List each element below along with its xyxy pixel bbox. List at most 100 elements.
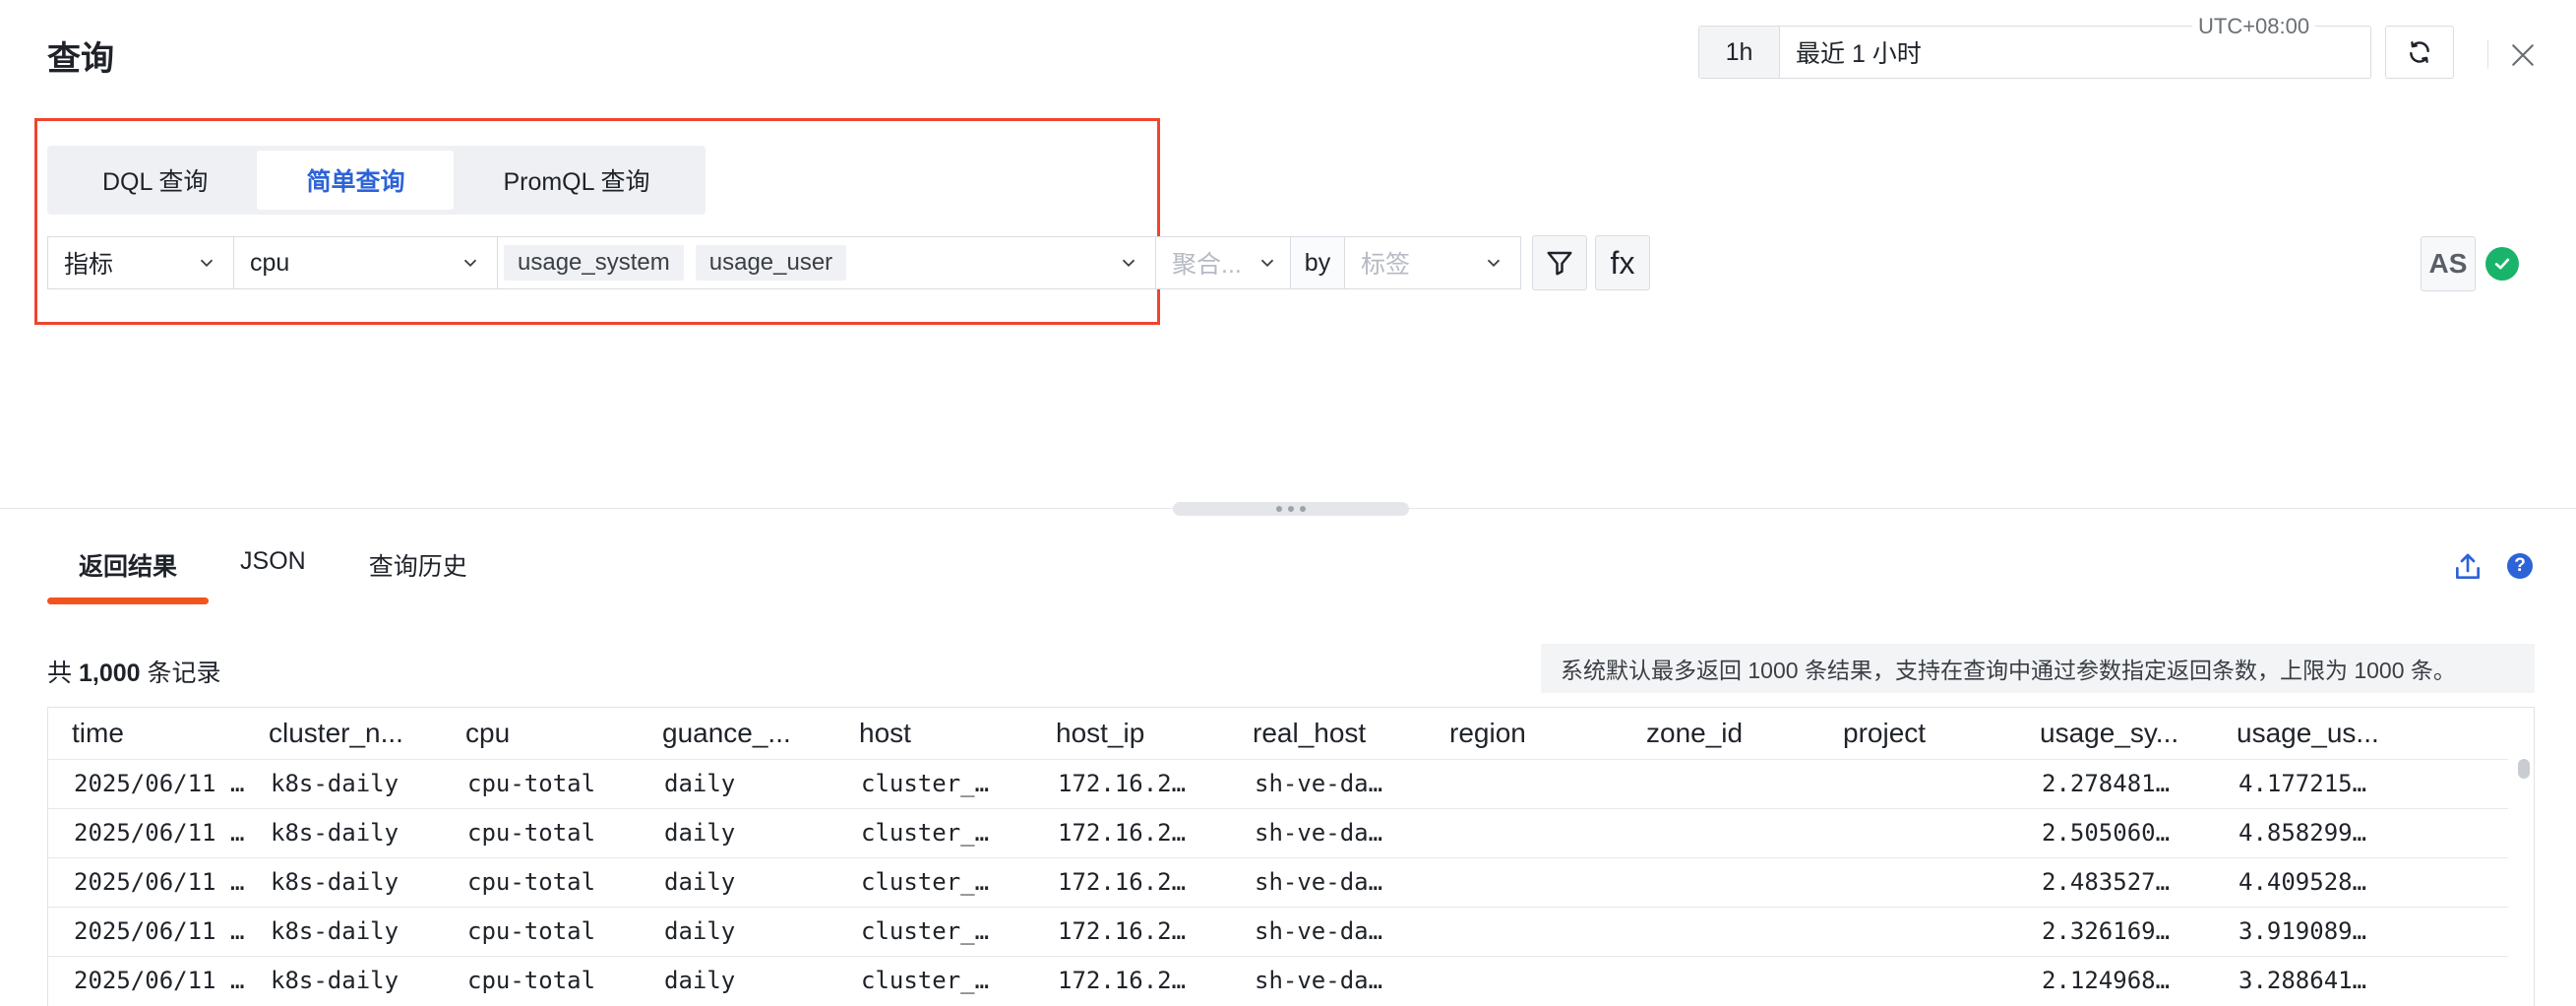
- table-row[interactable]: 2025/06/11 20:23:…k8s-dailycpu-totaldail…: [48, 758, 2508, 808]
- column-header[interactable]: guance_...: [639, 708, 835, 759]
- field-tag[interactable]: usage_system: [504, 245, 684, 281]
- table-cell: k8s-daily: [245, 955, 442, 1005]
- measurement-select[interactable]: cpu: [233, 236, 498, 289]
- column-header[interactable]: real_host: [1229, 708, 1426, 759]
- table-cell: [1426, 807, 1623, 857]
- tab-dql-query[interactable]: DQL 查询: [53, 151, 257, 210]
- table-cell: 2025/06/11 20:23:…: [48, 758, 245, 808]
- tab-promql-query[interactable]: PromQL 查询: [454, 151, 699, 210]
- record-count-value: 1,000: [78, 660, 141, 687]
- table-header-row: time cluster_n... cpu guance_... host host_ip…: [48, 708, 2508, 759]
- table-row[interactable]: 2025/06/11 20:22:…k8s-dailycpu-totaldail…: [48, 906, 2508, 956]
- result-limit-notice: 系统默认最多返回 1000 条结果，支持在查询中通过参数指定返回条数，上限为 1…: [1541, 644, 2535, 693]
- tab-results[interactable]: 返回结果: [47, 547, 210, 604]
- table-cell: cluster_…: [835, 758, 1032, 808]
- table-cell: 2.505060…: [2016, 807, 2213, 857]
- measurement-value: cpu: [250, 248, 290, 277]
- header-divider: [2487, 39, 2488, 69]
- aggregation-select[interactable]: 聚合...: [1155, 236, 1291, 289]
- table-cell: [1819, 906, 2016, 956]
- chevron-down-icon: [1487, 259, 1501, 268]
- table-cell: [1819, 758, 2016, 808]
- fx-label: fx: [1610, 244, 1635, 281]
- table-cell: 3.919089…: [2213, 906, 2508, 956]
- table-cell: 172.16.2…: [1032, 758, 1229, 808]
- chevron-down-icon: [1260, 259, 1274, 268]
- table-cell: sh-ve-da…: [1229, 955, 1426, 1005]
- alias-button[interactable]: AS: [2421, 236, 2476, 291]
- field-tag[interactable]: usage_user: [695, 245, 847, 281]
- function-button[interactable]: fx: [1595, 235, 1650, 290]
- table-cell: 2.278481…: [2016, 758, 2213, 808]
- column-header[interactable]: cpu: [442, 708, 639, 759]
- table-cell: daily: [639, 758, 835, 808]
- data-type-select[interactable]: 指标: [47, 236, 234, 289]
- table-cell: cluster_…: [835, 856, 1032, 907]
- table-cell: sh-ve-da…: [1229, 758, 1426, 808]
- table-cell: sh-ve-da…: [1229, 856, 1426, 907]
- table-cell: 172.16.2…: [1032, 906, 1229, 956]
- table-cell: daily: [639, 906, 835, 956]
- table-cell: 2025/06/11 20:23:…: [48, 807, 245, 857]
- table-cell: cluster_…: [835, 807, 1032, 857]
- table-cell: sh-ve-da…: [1229, 807, 1426, 857]
- export-icon[interactable]: [2452, 551, 2484, 583]
- query-mode-tabs: DQL 查询 简单查询 PromQL 查询: [47, 146, 705, 215]
- close-icon: [2512, 44, 2534, 66]
- column-header[interactable]: cluster_n...: [245, 708, 442, 759]
- column-header[interactable]: project: [1819, 708, 2016, 759]
- column-header[interactable]: usage_sy...: [2016, 708, 2213, 759]
- table-cell: sh-ve-da…: [1229, 906, 1426, 956]
- table-cell: cpu-total: [442, 906, 639, 956]
- refresh-button[interactable]: [2385, 26, 2454, 79]
- table-row[interactable]: 2025/06/11 20:22:…k8s-dailycpu-totaldail…: [48, 856, 2508, 907]
- table-cell: 4.858299…: [2213, 807, 2508, 857]
- table-cell: 2025/06/11 20:22:…: [48, 856, 245, 907]
- table-cell: k8s-daily: [245, 758, 442, 808]
- column-header[interactable]: host_ip: [1032, 708, 1229, 759]
- tab-query-history[interactable]: 查询历史: [337, 547, 499, 602]
- check-icon: [2494, 258, 2510, 270]
- page-title: 查询: [47, 40, 114, 78]
- table-row[interactable]: 2025/06/11 20:23:…k8s-dailycpu-totaldail…: [48, 807, 2508, 857]
- filter-button[interactable]: [1532, 235, 1587, 290]
- chevron-down-icon: [463, 259, 477, 268]
- table-cell: [1819, 856, 2016, 907]
- table-cell: [1623, 856, 1819, 907]
- results-table: time cluster_n... cpu guance_... host host_ip…: [47, 707, 2535, 1006]
- table-cell: 2025/06/11 20:22:…: [48, 906, 245, 956]
- record-count: 共 1,000 条记录: [47, 654, 221, 689]
- resize-handle[interactable]: [1173, 502, 1409, 516]
- column-header[interactable]: region: [1426, 708, 1623, 759]
- column-header[interactable]: zone_id: [1623, 708, 1819, 759]
- column-header[interactable]: usage_us...: [2213, 708, 2508, 759]
- table-cell: k8s-daily: [245, 906, 442, 956]
- column-header[interactable]: host: [835, 708, 1032, 759]
- table-cell: cpu-total: [442, 807, 639, 857]
- time-range-short[interactable]: 1h: [1699, 27, 1780, 78]
- table-cell: 172.16.2…: [1032, 856, 1229, 907]
- time-range-text[interactable]: 最近 1 小时: [1780, 27, 1922, 78]
- table-row[interactable]: 2025/06/11 20:22:…k8s-dailycpu-totaldail…: [48, 955, 2508, 1005]
- tab-simple-query[interactable]: 简单查询: [257, 151, 455, 210]
- table-cell: daily: [639, 955, 835, 1005]
- table-cell: [1426, 758, 1623, 808]
- chevron-down-icon: [1122, 259, 1135, 268]
- table-cell: [1426, 955, 1623, 1005]
- fields-multiselect[interactable]: usage_system usage_user: [497, 236, 1156, 289]
- table-cell: daily: [639, 807, 835, 857]
- table-cell: k8s-daily: [245, 807, 442, 857]
- table-cell: [1819, 955, 2016, 1005]
- column-header[interactable]: time: [48, 708, 245, 759]
- record-count-prefix: 共: [47, 660, 73, 687]
- table-scrollbar[interactable]: [2518, 759, 2530, 779]
- table-cell: [1623, 906, 1819, 956]
- table-cell: k8s-daily: [245, 856, 442, 907]
- timezone-label[interactable]: UTC+08:00: [2192, 14, 2316, 39]
- tab-json[interactable]: JSON: [209, 547, 337, 602]
- group-by-select[interactable]: 标签: [1344, 236, 1521, 289]
- record-count-suffix: 条记录: [147, 660, 221, 687]
- close-button[interactable]: [2505, 37, 2541, 73]
- table-cell: [1623, 758, 1819, 808]
- help-icon[interactable]: ?: [2507, 553, 2533, 579]
